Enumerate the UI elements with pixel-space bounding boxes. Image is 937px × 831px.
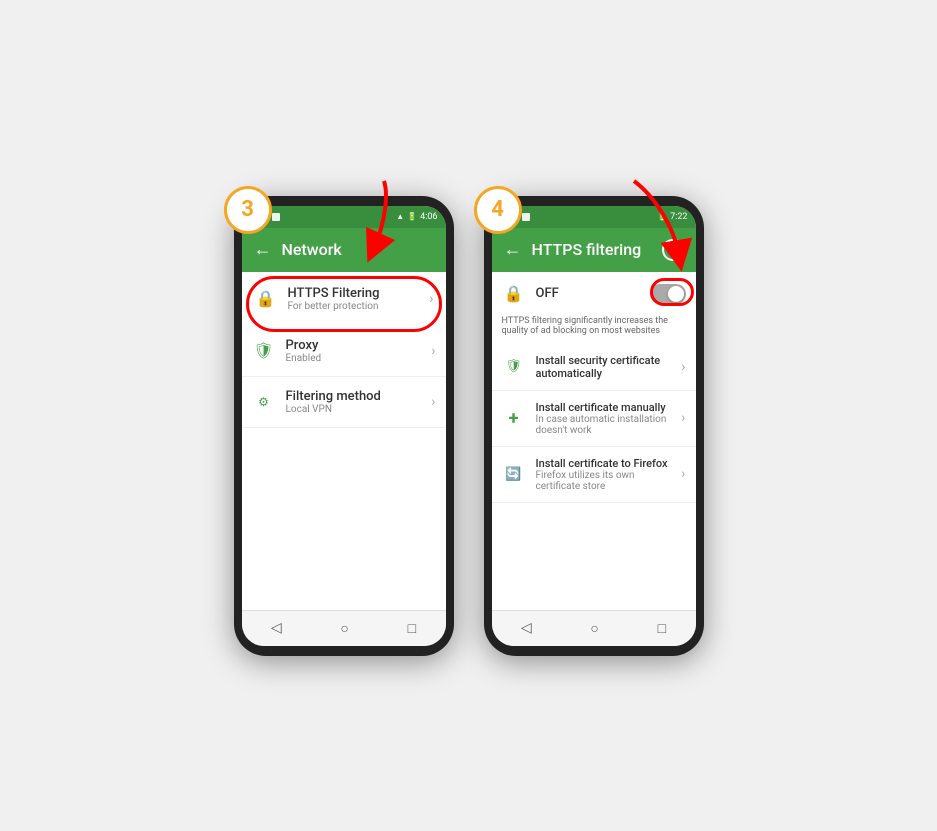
icon4c bbox=[522, 213, 530, 221]
phone-3: ▲ 🔋 4:06 ← Network 🔒 HTTPS Filtering For… bbox=[234, 196, 454, 656]
filter-item-text: Filtering method Local VPN bbox=[286, 389, 432, 415]
cert-auto-text: Install security certificate automatical… bbox=[536, 354, 682, 380]
battery-icon: 🔋 bbox=[407, 212, 417, 221]
proxy-item[interactable]: 🛡 Proxy Enabled › bbox=[242, 326, 446, 377]
toggle-row: 🔒 OFF bbox=[492, 272, 696, 316]
app-title-4: HTTPS filtering bbox=[532, 240, 652, 259]
install-cert-auto-item[interactable]: 🛡 Install security certificate automatic… bbox=[492, 344, 696, 391]
certificate-list: 🛡 Install security certificate automatic… bbox=[492, 344, 696, 610]
status-time-3: ▲ 🔋 4:06 bbox=[396, 212, 437, 222]
cert-manual-text: Install certificate manually In case aut… bbox=[536, 401, 682, 436]
toggle-knob bbox=[668, 286, 684, 302]
nav-home-4[interactable]: ○ bbox=[590, 620, 598, 637]
proxy-item-title: Proxy bbox=[286, 338, 432, 353]
phone-nav-3: ◁ ○ □ bbox=[242, 610, 446, 646]
filtering-method-item[interactable]: ⚙ Filtering method Local VPN › bbox=[242, 377, 446, 428]
cert-auto-icon: 🛡 bbox=[502, 355, 526, 379]
https-toggle[interactable] bbox=[650, 284, 686, 304]
proxy-chevron: › bbox=[431, 343, 435, 359]
cert-manual-icon: + bbox=[502, 406, 526, 430]
cert-manual-chevron: › bbox=[681, 410, 685, 426]
cert-manual-subtitle: In case automatic installation doesn't w… bbox=[536, 414, 682, 436]
app-title-3: Network bbox=[282, 240, 434, 259]
proxy-item-text: Proxy Enabled bbox=[286, 338, 432, 364]
cert-firefox-icon: 🔄 bbox=[502, 462, 526, 486]
step-badge-4: 4 bbox=[474, 186, 522, 234]
filter-chevron: › bbox=[431, 394, 435, 410]
battery-icon-4: 🔋 bbox=[657, 212, 667, 221]
cert-auto-title: Install security certificate automatical… bbox=[536, 354, 682, 380]
cert-auto-chevron: › bbox=[681, 359, 685, 375]
cert-firefox-title: Install certificate to Firefox bbox=[536, 457, 682, 470]
nav-recent-3[interactable]: □ bbox=[408, 620, 416, 637]
install-cert-manual-item[interactable]: + Install certificate manually In case a… bbox=[492, 391, 696, 447]
network-list: 🔒 HTTPS Filtering For better protection … bbox=[242, 272, 446, 610]
nav-back-4[interactable]: ◁ bbox=[521, 620, 532, 636]
https-chevron: › bbox=[429, 291, 433, 307]
https-description: HTTPS filtering significantly increases … bbox=[492, 316, 696, 344]
back-button-3[interactable]: ← bbox=[254, 239, 272, 260]
filter-item-title: Filtering method bbox=[286, 389, 432, 404]
https-item-title: HTTPS Filtering bbox=[288, 286, 430, 301]
back-button-4[interactable]: ← bbox=[504, 239, 522, 260]
https-item-text: HTTPS Filtering For better protection bbox=[288, 286, 430, 312]
step-badge-3: 3 bbox=[224, 186, 272, 234]
lock-icon-4: 🔒 bbox=[502, 282, 526, 306]
app-bar-3: ← Network bbox=[242, 228, 446, 272]
icon3 bbox=[272, 213, 280, 221]
status-bar-3: ▲ 🔋 4:06 bbox=[242, 206, 446, 228]
phone-nav-4: ◁ ○ □ bbox=[492, 610, 696, 646]
signal-icon: ▲ bbox=[396, 212, 404, 221]
status-time-4: 🔋 7:22 bbox=[657, 212, 687, 222]
cert-firefox-chevron: › bbox=[681, 466, 685, 482]
filter-icon: ⚙ bbox=[252, 390, 276, 414]
proxy-item-subtitle: Enabled bbox=[286, 353, 432, 364]
status-bar-4: 🔋 7:22 bbox=[492, 206, 696, 228]
nav-home-3[interactable]: ○ bbox=[340, 620, 348, 637]
https-item-subtitle: For better protection bbox=[288, 301, 430, 312]
help-button-4[interactable]: ? bbox=[662, 239, 684, 261]
nav-recent-4[interactable]: □ bbox=[658, 620, 666, 637]
https-filtering-item[interactable]: 🔒 HTTPS Filtering For better protection … bbox=[242, 272, 446, 326]
app-bar-4: ← HTTPS filtering ? bbox=[492, 228, 696, 272]
https-icon: 🔒 bbox=[254, 287, 278, 311]
cert-firefox-text: Install certificate to Firefox Firefox u… bbox=[536, 457, 682, 492]
phone-4: 🔋 7:22 ← HTTPS filtering ? 🔒 OFF bbox=[484, 196, 704, 656]
cert-manual-title: Install certificate manually bbox=[536, 401, 682, 414]
install-cert-firefox-item[interactable]: 🔄 Install certificate to Firefox Firefox… bbox=[492, 447, 696, 503]
filter-item-subtitle: Local VPN bbox=[286, 404, 432, 415]
toggle-label: OFF bbox=[536, 286, 650, 301]
nav-back-3[interactable]: ◁ bbox=[271, 620, 282, 636]
cert-firefox-subtitle: Firefox utilizes its own certificate sto… bbox=[536, 470, 682, 492]
proxy-icon: 🛡 bbox=[252, 339, 276, 363]
